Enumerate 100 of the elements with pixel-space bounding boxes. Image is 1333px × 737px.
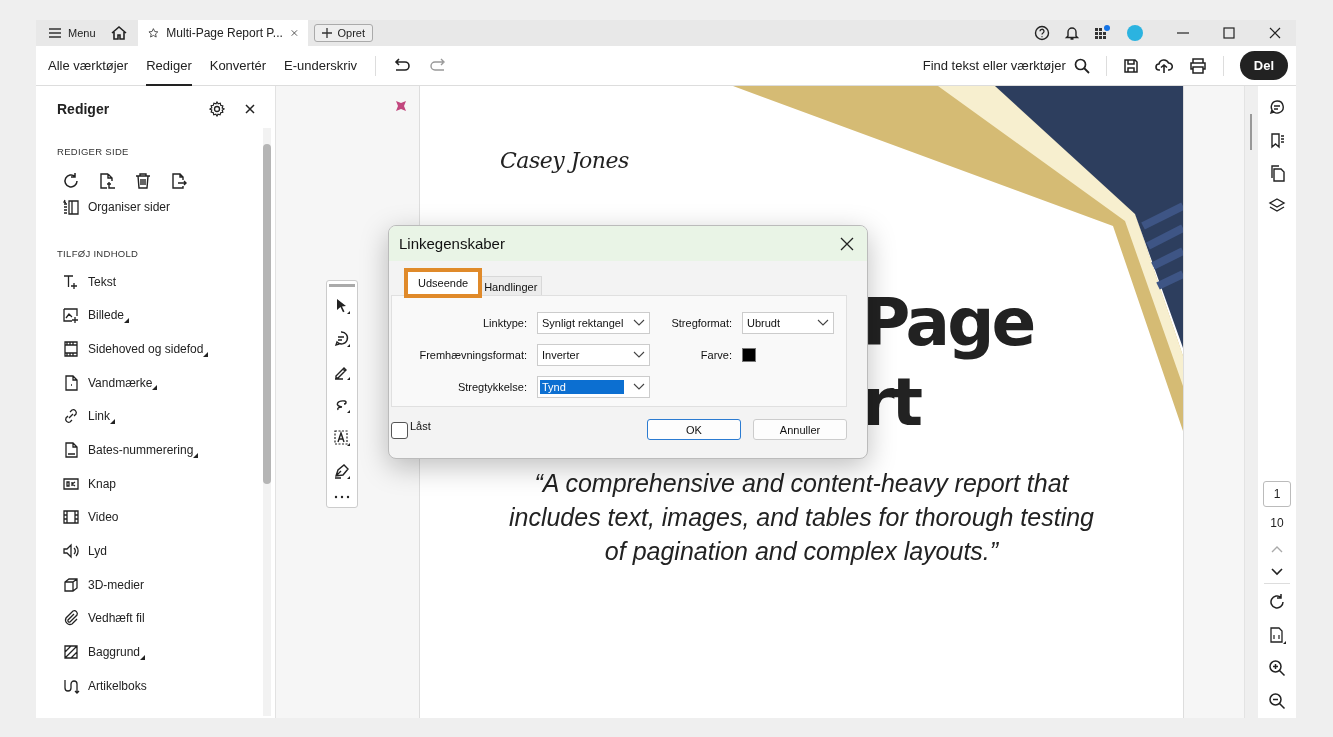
- film-icon[interactable]: [62, 508, 80, 527]
- panel-item[interactable]: Baggrund: [88, 645, 141, 660]
- zoom-out-icon[interactable]: [1268, 692, 1286, 710]
- ok-button[interactable]: OK: [647, 419, 741, 440]
- page-export-icon[interactable]: [170, 172, 188, 190]
- zoom-in-icon[interactable]: [1268, 659, 1286, 677]
- submenu-corner-icon: [140, 654, 146, 660]
- scrollbar[interactable]: [1244, 86, 1258, 718]
- numbered-page-icon[interactable]: [62, 440, 80, 459]
- comment-icon[interactable]: [1268, 98, 1286, 116]
- text-box-icon[interactable]: [333, 429, 351, 447]
- chevron-down-icon[interactable]: [1271, 568, 1283, 576]
- bookmark-icon[interactable]: [1268, 131, 1286, 149]
- dropdown[interactable]: Ubrudt: [742, 312, 834, 334]
- layers-icon[interactable]: [1268, 197, 1286, 215]
- panel-item[interactable]: Video: [88, 510, 119, 525]
- document-icon[interactable]: [62, 373, 80, 392]
- submenu-corner-icon: [124, 318, 130, 324]
- speaker-icon[interactable]: [62, 542, 80, 561]
- page-crop-icon[interactable]: [98, 172, 116, 190]
- paperclip-icon[interactable]: [62, 609, 80, 628]
- apps-grid-icon[interactable]: [1094, 25, 1112, 41]
- comment-icon[interactable]: [333, 330, 351, 348]
- actual-size-icon[interactable]: [1268, 626, 1286, 644]
- find-tools-link[interactable]: Find tekst eller værktøjer: [922, 58, 1066, 73]
- page-count: 10: [1270, 516, 1284, 530]
- panel-item[interactable]: Bates-nummerering: [88, 442, 194, 457]
- sparkle-icon[interactable]: [395, 100, 407, 112]
- dialog-tab[interactable]: Handlinger: [479, 276, 543, 295]
- panel-item[interactable]: 3D-medier: [88, 577, 144, 592]
- trash-icon[interactable]: [134, 172, 152, 190]
- panel-item[interactable]: Artikelboks: [88, 678, 147, 693]
- color-swatch[interactable]: [742, 348, 756, 362]
- menu-button[interactable]: Menu: [36, 27, 96, 39]
- print-icon[interactable]: [1188, 57, 1207, 74]
- toolbar-tab[interactable]: Alle værktøjer: [48, 45, 129, 86]
- panel-item[interactable]: Link: [88, 409, 110, 424]
- panel-item[interactable]: Lyd: [88, 544, 107, 559]
- panel-item[interactable]: Vandmærke: [88, 375, 153, 390]
- text-add-icon[interactable]: [62, 272, 80, 291]
- panel-item[interactable]: Knap: [88, 476, 117, 491]
- panel-item[interactable]: Sidehoved og sidefod: [88, 341, 204, 356]
- panel-item[interactable]: Billede: [88, 308, 125, 323]
- document-title: Page: [862, 288, 1035, 358]
- chevron-down-icon: [817, 319, 829, 327]
- maximize-icon[interactable]: [1222, 26, 1236, 40]
- chevron-down-icon: [633, 383, 645, 391]
- bell-icon[interactable]: [1064, 25, 1080, 41]
- help-icon[interactable]: [1034, 25, 1050, 41]
- dropdown[interactable]: Tynd: [537, 376, 650, 398]
- page-number-field[interactable]: 1: [1263, 481, 1291, 507]
- checkbox-label: Låst: [410, 420, 431, 432]
- dropdown[interactable]: Inverter: [537, 344, 650, 366]
- pages-icon[interactable]: [1268, 164, 1286, 182]
- rotate-icon[interactable]: [1268, 593, 1286, 611]
- submenu-corner-icon: [110, 419, 115, 425]
- toolbar-tab[interactable]: E-underskriv: [284, 45, 358, 86]
- dialog-tab[interactable]: Udseende: [407, 271, 480, 295]
- document-title: rt: [862, 368, 922, 438]
- more-icon[interactable]: [334, 495, 350, 499]
- quote-text: “A comprehensive and content-heavy report that includes text, images, and tables for thorough testing of pagination and complex layouts.”: [507, 468, 1096, 567]
- pen-icon[interactable]: [333, 462, 351, 480]
- panel-item[interactable]: Vedhæft fil: [88, 611, 145, 626]
- share-button[interactable]: Del: [1239, 51, 1288, 80]
- document-tab[interactable]: Multi-Page Report P...: [137, 20, 308, 46]
- field-label: Stregformat:: [670, 317, 732, 329]
- close-icon[interactable]: [1268, 26, 1282, 40]
- section-heading: TILFØJ INDHOLD: [57, 247, 140, 259]
- close-icon[interactable]: [840, 236, 854, 251]
- cube-icon[interactable]: [62, 575, 80, 594]
- document-tab-title[interactable]: Multi-Page Report P...: [166, 26, 283, 40]
- home-icon[interactable]: [109, 24, 128, 42]
- link-icon[interactable]: [62, 407, 80, 426]
- scrollbar[interactable]: [263, 128, 271, 716]
- create-button[interactable]: Opret: [313, 24, 374, 42]
- search-icon[interactable]: [1073, 57, 1090, 74]
- panel-item[interactable]: Tekst: [88, 274, 116, 289]
- submenu-corner-icon: [152, 385, 158, 391]
- dropdown[interactable]: Synligt rektangel: [537, 312, 650, 334]
- plus-icon: [321, 28, 332, 38]
- organize-pages-item[interactable]: Organiser sider: [88, 199, 171, 214]
- close-icon[interactable]: [245, 104, 255, 114]
- save-icon[interactable]: [1122, 57, 1139, 74]
- settings-icon[interactable]: [209, 101, 225, 117]
- field-label: Farve:: [699, 349, 732, 361]
- field-label: Stregtykkelse:: [456, 381, 527, 393]
- toolbar-tab[interactable]: Konvertér: [209, 45, 267, 86]
- cancel-button[interactable]: Annuller: [753, 419, 847, 440]
- chevron-down-icon: [633, 319, 645, 327]
- cloud-upload-icon[interactable]: [1154, 56, 1173, 75]
- organize-pages-icon[interactable]: [62, 197, 80, 216]
- image-add-icon[interactable]: [62, 306, 80, 325]
- checkbox[interactable]: [391, 422, 408, 439]
- undo-icon[interactable]: [392, 57, 413, 74]
- signature: Casey Jones: [500, 148, 630, 173]
- star-icon[interactable]: [147, 25, 159, 41]
- toolbar-tab[interactable]: Rediger: [146, 45, 192, 86]
- film-frame-icon[interactable]: [62, 339, 80, 358]
- rotate-icon[interactable]: [62, 172, 80, 190]
- submenu-corner-icon: [193, 452, 199, 458]
